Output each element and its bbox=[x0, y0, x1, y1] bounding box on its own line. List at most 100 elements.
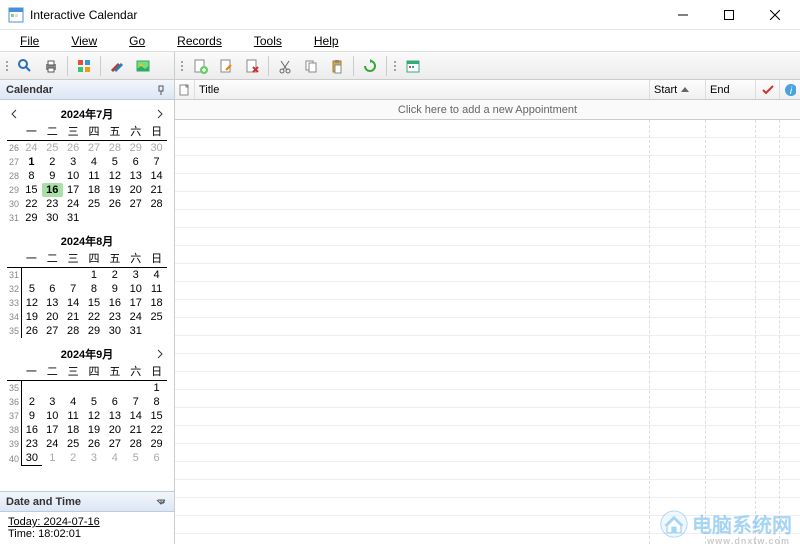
calendar-day[interactable]: 24 bbox=[21, 141, 42, 155]
month-title[interactable]: 2024年8月 bbox=[61, 233, 114, 249]
menu-help[interactable]: Help bbox=[298, 32, 355, 50]
calendar-day[interactable]: 26 bbox=[104, 197, 125, 211]
calendar-day[interactable]: 13 bbox=[125, 169, 146, 183]
calendar-day[interactable]: 25 bbox=[63, 437, 84, 451]
toolbar-grip[interactable] bbox=[4, 55, 10, 77]
calendar-day[interactable]: 6 bbox=[42, 282, 63, 296]
calendar-day[interactable]: 1 bbox=[42, 451, 63, 466]
calendar-day[interactable]: 6 bbox=[146, 451, 167, 466]
calendar-day[interactable]: 29 bbox=[21, 211, 42, 225]
calendar-day[interactable]: 31 bbox=[63, 211, 84, 225]
menu-file[interactable]: File bbox=[4, 32, 55, 50]
calendar-day[interactable]: 1 bbox=[21, 155, 42, 169]
calendar-day[interactable]: 9 bbox=[42, 169, 63, 183]
copy-icon[interactable] bbox=[299, 54, 323, 78]
calendar-day[interactable]: 27 bbox=[125, 197, 146, 211]
calendar-day[interactable]: 10 bbox=[125, 282, 146, 296]
column-info[interactable]: i bbox=[780, 80, 800, 99]
maximize-button[interactable] bbox=[706, 0, 752, 30]
calendar-day[interactable]: 26 bbox=[21, 324, 42, 338]
calendar-day[interactable]: 5 bbox=[104, 155, 125, 169]
calendar-day[interactable]: 28 bbox=[104, 141, 125, 155]
calendar-day[interactable]: 21 bbox=[146, 183, 167, 197]
calendar-day[interactable]: 1 bbox=[84, 268, 105, 282]
toolbar-grip[interactable] bbox=[179, 55, 185, 77]
calendar-day[interactable]: 11 bbox=[146, 282, 167, 296]
calendar-day[interactable]: 24 bbox=[63, 197, 84, 211]
calendar-day[interactable]: 28 bbox=[125, 437, 146, 451]
calendar-day[interactable]: 5 bbox=[125, 451, 146, 466]
month-title[interactable]: 2024年7月 bbox=[61, 106, 114, 122]
calendar-day[interactable]: 25 bbox=[42, 141, 63, 155]
toolbar-grip[interactable] bbox=[392, 55, 398, 77]
calendar-view-icon[interactable] bbox=[401, 54, 425, 78]
calendar-day[interactable]: 18 bbox=[84, 183, 105, 197]
calendar-day[interactable]: 19 bbox=[104, 183, 125, 197]
month-title[interactable]: 2024年9月 bbox=[61, 346, 114, 362]
calendar-day[interactable]: 9 bbox=[104, 282, 125, 296]
minimize-button[interactable] bbox=[660, 0, 706, 30]
calendar-day[interactable]: 27 bbox=[104, 437, 125, 451]
chevron-down-icon[interactable] bbox=[154, 495, 168, 509]
calendar-day[interactable]: 4 bbox=[63, 395, 84, 409]
calendar-day[interactable]: 17 bbox=[125, 296, 146, 310]
calendar-day[interactable]: 15 bbox=[21, 183, 42, 197]
new-record-icon[interactable] bbox=[188, 54, 212, 78]
calendar-panel-header[interactable]: Calendar bbox=[0, 80, 174, 100]
calendar-day[interactable]: 7 bbox=[146, 155, 167, 169]
print-icon[interactable] bbox=[39, 54, 63, 78]
next-month-icon[interactable] bbox=[155, 107, 165, 121]
today-link[interactable]: Today: 2024-07-16 bbox=[8, 516, 166, 528]
cut-icon[interactable] bbox=[273, 54, 297, 78]
calendar-day[interactable]: 3 bbox=[63, 155, 84, 169]
calendar-day[interactable]: 13 bbox=[42, 296, 63, 310]
calendar-day[interactable]: 2 bbox=[104, 268, 125, 282]
calendar-day[interactable]: 2 bbox=[21, 395, 42, 409]
calendar-day[interactable]: 4 bbox=[146, 268, 167, 282]
calendar-day[interactable]: 11 bbox=[84, 169, 105, 183]
calendar-day[interactable]: 15 bbox=[146, 409, 167, 423]
calendar-day[interactable]: 11 bbox=[63, 409, 84, 423]
calendar-day[interactable]: 22 bbox=[146, 423, 167, 437]
calendar-day[interactable]: 9 bbox=[21, 409, 42, 423]
calendar-day[interactable]: 6 bbox=[104, 395, 125, 409]
menu-go[interactable]: Go bbox=[113, 32, 161, 50]
calendar-day[interactable]: 15 bbox=[84, 296, 105, 310]
calendar-day[interactable]: 8 bbox=[146, 395, 167, 409]
calendar-day[interactable]: 14 bbox=[63, 296, 84, 310]
calendar-day[interactable]: 2 bbox=[42, 155, 63, 169]
calendar-day[interactable]: 10 bbox=[63, 169, 84, 183]
calendar-day[interactable]: 5 bbox=[84, 395, 105, 409]
calendar-day[interactable]: 6 bbox=[125, 155, 146, 169]
calendar-day[interactable]: 16 bbox=[104, 296, 125, 310]
tools-icon[interactable] bbox=[105, 54, 129, 78]
menu-tools[interactable]: Tools bbox=[238, 32, 298, 50]
column-end[interactable]: End bbox=[706, 80, 756, 99]
calendar-day[interactable]: 2 bbox=[63, 451, 84, 466]
column-start[interactable]: Start bbox=[650, 80, 706, 99]
date-time-header[interactable]: Date and Time bbox=[0, 492, 174, 512]
calendar-day[interactable]: 26 bbox=[63, 141, 84, 155]
calendar-day[interactable]: 28 bbox=[146, 197, 167, 211]
prev-month-icon[interactable] bbox=[9, 107, 19, 121]
calendar-day[interactable]: 3 bbox=[42, 395, 63, 409]
close-button[interactable] bbox=[752, 0, 798, 30]
pin-icon[interactable] bbox=[154, 83, 168, 97]
menu-records[interactable]: Records bbox=[161, 32, 238, 50]
calendar-day[interactable]: 18 bbox=[63, 423, 84, 437]
calendar-day[interactable]: 30 bbox=[104, 324, 125, 338]
calendar-day[interactable]: 19 bbox=[84, 423, 105, 437]
calendar-day[interactable]: 17 bbox=[63, 183, 84, 197]
calendar-day[interactable]: 4 bbox=[104, 451, 125, 466]
next-month-icon[interactable] bbox=[155, 347, 165, 361]
calendar-day[interactable]: 26 bbox=[84, 437, 105, 451]
calendar-day[interactable]: 12 bbox=[21, 296, 42, 310]
calendar-day[interactable]: 21 bbox=[63, 310, 84, 324]
calendar-day[interactable]: 23 bbox=[42, 197, 63, 211]
column-title[interactable]: Title bbox=[195, 80, 650, 99]
calendar-day[interactable]: 28 bbox=[63, 324, 84, 338]
add-appointment-row[interactable]: Click here to add a new Appointment bbox=[175, 100, 800, 120]
calendar-day[interactable]: 19 bbox=[21, 310, 42, 324]
refresh-icon[interactable] bbox=[358, 54, 382, 78]
calendar-day[interactable]: 21 bbox=[125, 423, 146, 437]
